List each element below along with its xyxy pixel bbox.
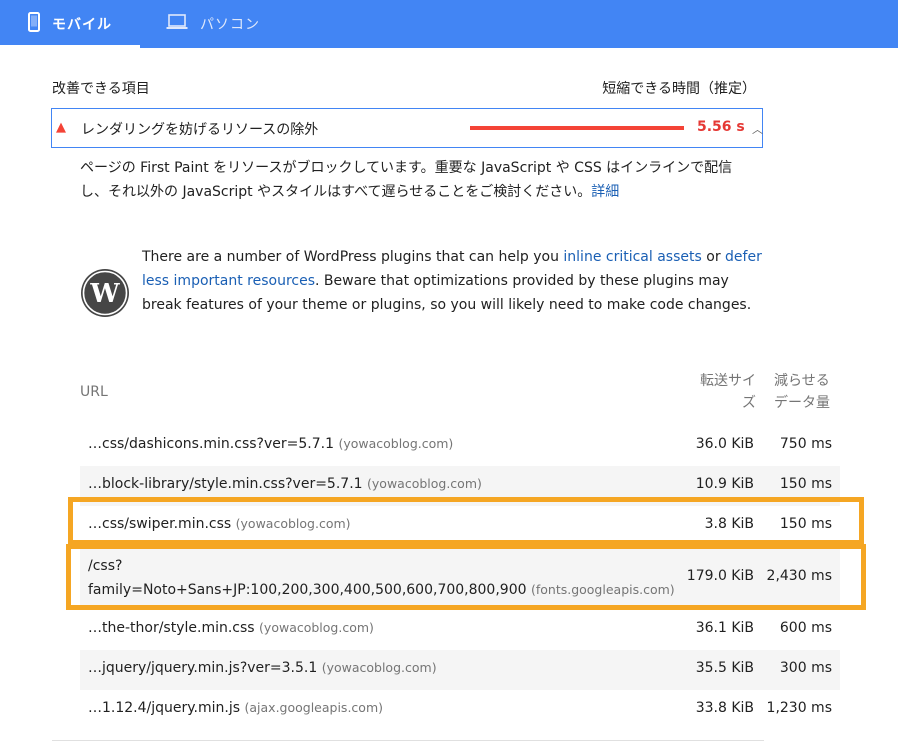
audit-savings-time: 5.56 s [697, 119, 745, 135]
column-transfer-size-line1: 転送サイ [700, 373, 756, 389]
tab-mobile[interactable]: モバイル [28, 0, 140, 48]
highlight-box-swiper [68, 497, 864, 545]
opportunities-label: 改善できる項目 [52, 81, 150, 97]
row-domain: (yowacoblog.com) [338, 436, 454, 451]
wp-tip-text-2: or [701, 249, 726, 265]
learn-more-link[interactable]: 詳細 [591, 184, 619, 200]
wordpress-logo-icon: W [80, 268, 130, 322]
chevron-up-icon[interactable]: ︿ [752, 121, 763, 137]
opportunities-header: 改善できる項目 短縮できる時間（推定） [52, 78, 756, 98]
row-savings: 150 ms [779, 476, 832, 492]
row-domain: (ajax.googleapis.com) [244, 700, 384, 715]
tab-mobile-label: モバイル [52, 17, 112, 33]
inline-critical-assets-link[interactable]: inline critical assets [563, 249, 701, 265]
device-tab-bar: モバイル パソコン [0, 0, 898, 48]
laptop-icon [166, 14, 188, 34]
column-transfer-size-line2: ズ [742, 395, 756, 411]
table-row: …css/dashicons.min.css?ver=5.7.1 (yowaco… [80, 426, 840, 466]
row-savings: 1,230 ms [766, 700, 832, 716]
table-row: …1.12.4/jquery.min.js (ajax.googleapis.c… [80, 690, 840, 730]
fail-triangle-icon: ▲ [56, 120, 66, 135]
column-savings-line2: データ量 [774, 395, 830, 411]
tab-desktop-label: パソコン [200, 17, 260, 33]
row-size: 33.8 KiB [695, 700, 754, 716]
row-savings: 300 ms [779, 660, 832, 676]
table-row: …jquery/jquery.min.js?ver=3.5.1 (yowacob… [80, 650, 840, 690]
row-savings: 750 ms [779, 436, 832, 452]
audit-render-blocking[interactable]: ▲ レンダリングを妨げるリソースの除外 5.56 s ︿ [51, 108, 763, 148]
svg-text:W: W [89, 279, 120, 309]
column-savings-line1: 減らせる [774, 373, 830, 389]
row-url[interactable]: …1.12.4/jquery.min.js [88, 700, 240, 716]
row-size: 36.0 KiB [695, 436, 754, 452]
divider [52, 740, 764, 741]
audit-description: ページの First Paint をリソースがブロックしています。重要な Jav… [80, 156, 748, 204]
column-url: URL [80, 384, 108, 400]
tab-desktop[interactable]: パソコン [166, 0, 260, 48]
estimated-savings-label: 短縮できる時間（推定） [602, 81, 756, 97]
row-domain: (yowacoblog.com) [367, 476, 482, 491]
row-size: 36.1 KiB [695, 620, 754, 636]
row-size: 35.5 KiB [695, 660, 754, 676]
smartphone-icon [28, 12, 40, 36]
table-row: …the-thor/style.min.css (yowacoblog.com)… [80, 610, 840, 650]
active-tab-indicator [0, 45, 140, 48]
highlight-box-google-fonts [66, 544, 866, 610]
savings-bar [470, 126, 684, 130]
audit-description-text: ページの First Paint をリソースがブロックしています。重要な Jav… [80, 160, 733, 200]
row-savings: 600 ms [779, 620, 832, 636]
wordpress-tip: There are a number of WordPress plugins … [142, 245, 762, 317]
row-domain: (yowacoblog.com) [259, 620, 374, 635]
column-savings: 減らせる データ量 [774, 370, 840, 414]
audit-title: レンダリングを妨げるリソースの除外 [81, 122, 319, 138]
row-url[interactable]: …jquery/jquery.min.js?ver=3.5.1 [88, 660, 317, 676]
row-url[interactable]: …css/dashicons.min.css?ver=5.7.1 [88, 436, 334, 452]
table-header: URL 転送サイ ズ 減らせる データ量 [80, 368, 840, 418]
row-url[interactable]: …block-library/style.min.css?ver=5.7.1 [88, 476, 363, 492]
row-url[interactable]: …the-thor/style.min.css [88, 620, 255, 636]
column-transfer-size: 転送サイ ズ [688, 370, 756, 414]
wp-tip-text-1: There are a number of WordPress plugins … [142, 249, 564, 265]
row-size: 10.9 KiB [695, 476, 754, 492]
row-domain: (yowacoblog.com) [321, 660, 437, 675]
